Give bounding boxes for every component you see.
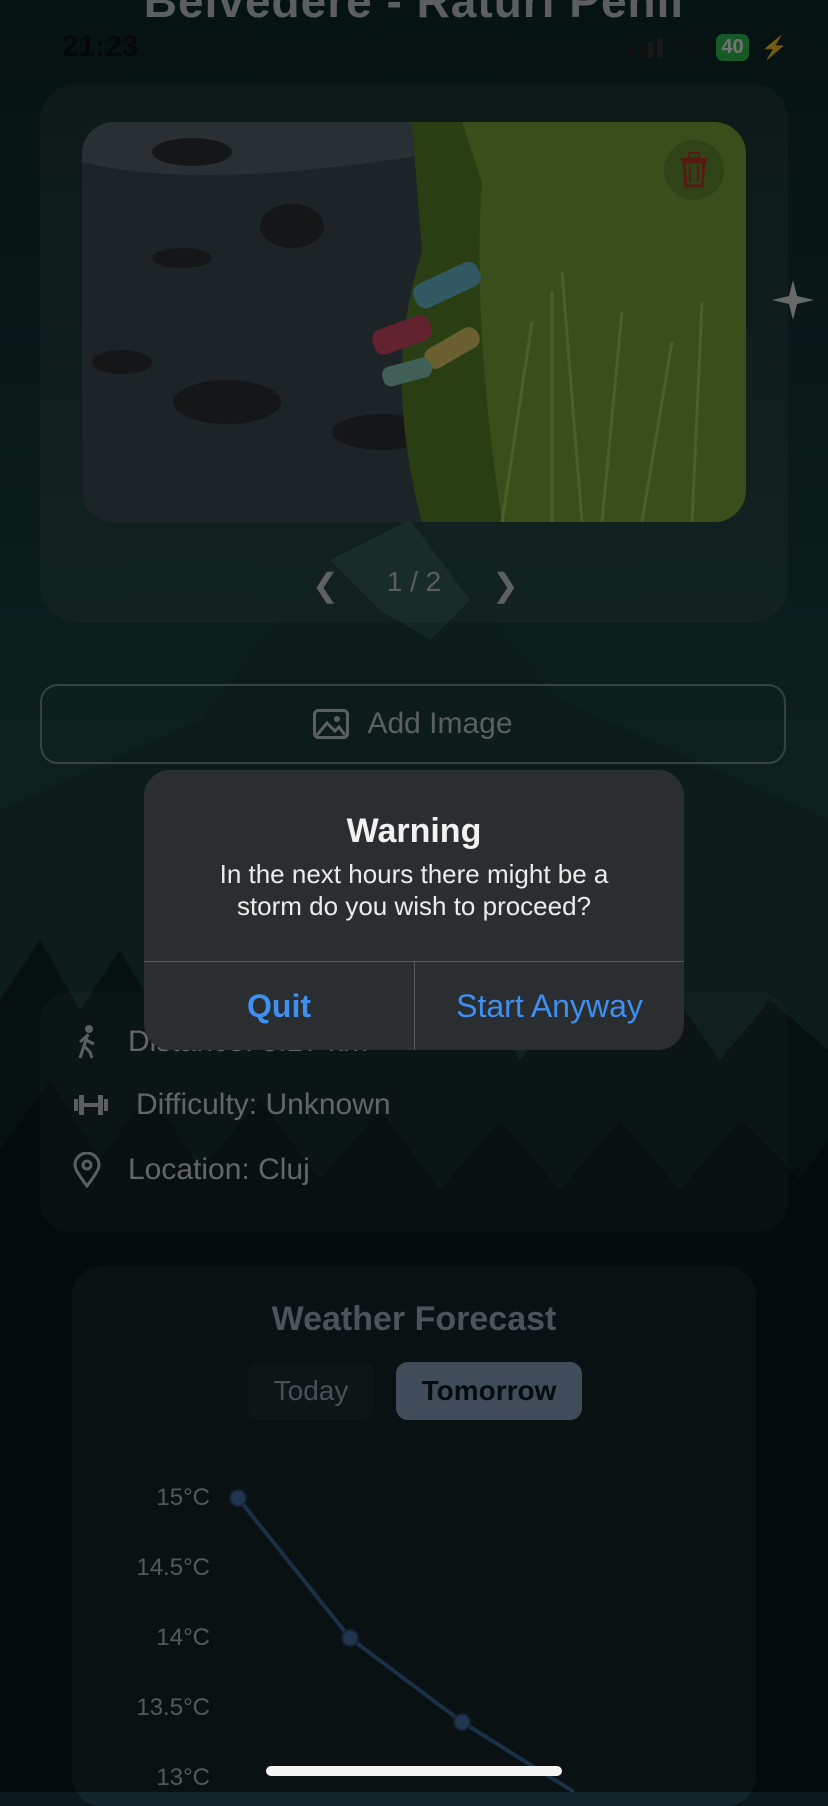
warning-dialog: Warning In the next hours there might be… [144, 770, 684, 1050]
temperature-series-line [236, 1496, 576, 1792]
dialog-message: In the next hours there might be a storm… [219, 859, 609, 921]
start-anyway-button[interactable]: Start Anyway [415, 962, 684, 1050]
dialog-title: Warning [346, 812, 482, 850]
temperature-point[interactable] [229, 1489, 247, 1507]
home-indicator [266, 1766, 562, 1776]
temperature-point[interactable] [341, 1629, 359, 1647]
quit-button[interactable]: Quit [144, 962, 414, 1050]
temperature-point[interactable] [453, 1713, 471, 1731]
